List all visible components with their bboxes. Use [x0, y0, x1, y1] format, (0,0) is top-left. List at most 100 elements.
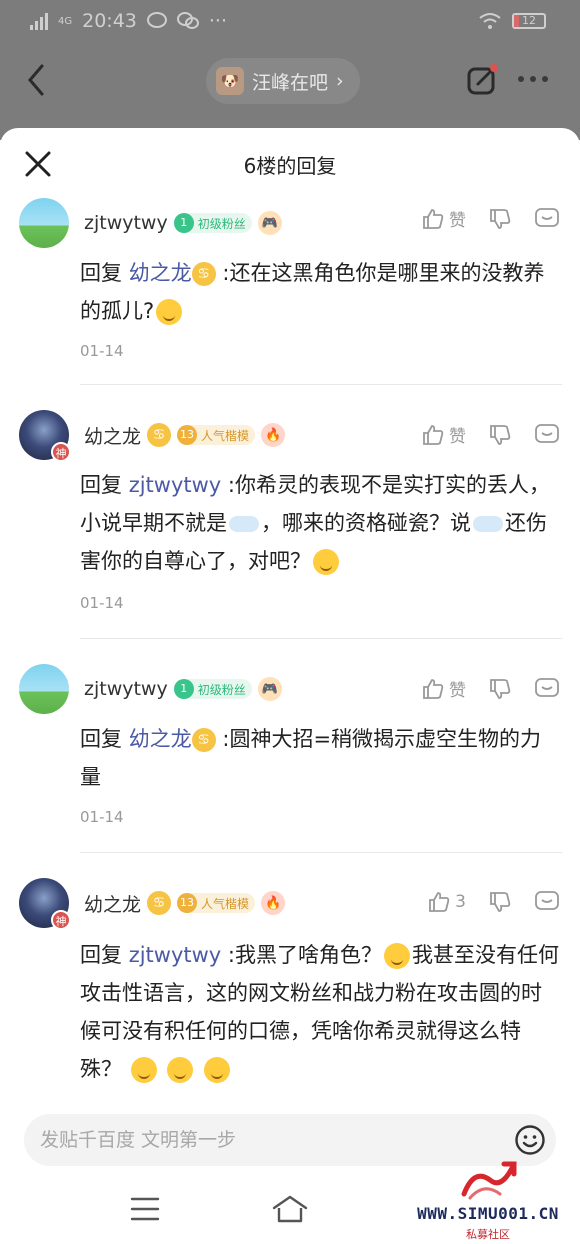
user-line: zjtwytwy 1 初级粉丝 🎮 — [84, 676, 282, 702]
grin-emoji-icon — [383, 943, 410, 969]
sheet-header: 6楼的回复 — [0, 128, 580, 198]
thumbs-down-icon[interactable] — [488, 207, 512, 231]
back-arrow-icon[interactable] — [22, 62, 52, 98]
tongue-emoji-icon — [313, 549, 339, 575]
reply-prefix: 回复 — [80, 943, 122, 967]
level-gem-icon: 1 — [173, 679, 194, 699]
god-badge: 神 — [51, 442, 71, 462]
comment-icon[interactable] — [534, 423, 560, 447]
menu-icon[interactable] — [130, 1196, 160, 1222]
reply-actions: 赞 — [421, 422, 560, 447]
level-badge: 1 初级粉丝 — [173, 213, 252, 233]
network-label: 4G — [58, 15, 73, 27]
username[interactable]: zjtwytwy — [84, 212, 168, 234]
home-icon[interactable] — [270, 1194, 310, 1224]
avatar[interactable] — [19, 664, 69, 714]
user-line: zjtwytwy 1 初级粉丝 🎮 — [84, 210, 282, 236]
watermark-logo-icon — [461, 1161, 517, 1200]
more-status-icon: ··· — [208, 10, 228, 32]
level-gem-icon: 13 — [177, 425, 198, 445]
like-button[interactable]: 赞 — [421, 206, 466, 231]
thumbs-down-icon[interactable] — [488, 890, 512, 914]
wifi-icon — [479, 13, 501, 29]
cancer-zodiac-icon: ♋ — [147, 891, 172, 915]
battery-icon: 12 — [512, 13, 546, 29]
divider — [80, 638, 562, 639]
reply-date: 01-14 — [80, 342, 124, 360]
replies-sheet: 6楼的回复 zjtwytwy 1 初级粉丝 🎮 赞 回复 幼之龙 ♋ :还在这黑角色… — [0, 128, 580, 1244]
level-label: 人气楷模 — [201, 896, 250, 911]
username[interactable]: 幼之龙 — [84, 890, 141, 917]
like-button[interactable]: 赞 — [421, 676, 466, 701]
level-badge: 1 初级粉丝 — [173, 679, 252, 699]
chat-icon — [176, 12, 199, 29]
reply-text: 回复 zjtwytwy :你希灵的表现不是实打实的丢人，小说早期不就是 ，哪来的资… — [80, 466, 560, 580]
like-label: 赞 — [449, 427, 466, 447]
more-icon[interactable] — [518, 76, 548, 86]
thinking-emoji-icon — [156, 299, 183, 325]
comment-icon[interactable] — [534, 890, 560, 914]
thumbs-up-icon — [423, 678, 444, 699]
reply-actions: 赞 — [421, 206, 560, 231]
watermark-text: WWW.SIMU001.CN — [417, 1204, 559, 1223]
user-line: 幼之龙 ♋ 13 人气楷模 🔥 — [84, 890, 286, 917]
thumbs-up-icon — [423, 208, 444, 229]
comment-icon[interactable] — [534, 677, 560, 701]
message-icon — [146, 12, 167, 28]
thumbs-up-icon — [429, 892, 450, 912]
like-label: 赞 — [449, 681, 466, 701]
forum-chip[interactable]: 🐶 汪峰在吧 › — [206, 58, 360, 104]
divider — [80, 384, 562, 385]
forum-name: 汪峰在吧 — [252, 71, 329, 94]
like-count: 3 — [455, 892, 466, 912]
thumbs-down-icon[interactable] — [488, 677, 512, 701]
mention-link[interactable]: zjtwytwy — [129, 943, 222, 967]
level-label: 初级粉丝 — [197, 216, 246, 231]
reply-date: 01-14 — [80, 808, 124, 826]
level-gem-icon: 1 — [173, 213, 194, 233]
cloud-emoji-icon — [229, 516, 259, 532]
signal-icon — [30, 12, 48, 30]
forum-avatar: 🐶 — [216, 67, 244, 95]
reply-text: 回复 幼之龙 ♋ :还在这黑角色你是哪里来的没教养的孤儿? — [80, 254, 560, 330]
like-button[interactable]: 赞 — [421, 422, 466, 447]
reply-actions: 赞 — [421, 676, 560, 701]
dimmed-background: 4G 20:43 ··· 12 🐶 汪峰在吧 › — [0, 0, 580, 140]
username[interactable]: 幼之龙 — [84, 422, 141, 449]
comment-input[interactable] — [40, 1122, 510, 1158]
reply-actions: 3 — [427, 890, 560, 914]
level-label: 人气楷模 — [201, 428, 250, 443]
level-badge: 13 人气楷模 — [177, 893, 256, 913]
game-icon: 🎮 — [257, 677, 282, 701]
reply-prefix: 回复 — [80, 727, 122, 751]
emoji-picker-icon[interactable] — [514, 1124, 546, 1156]
reply-content-a: :我黑了啥角色？ — [227, 943, 382, 967]
divider — [80, 852, 562, 853]
cloud-emoji-icon — [473, 516, 503, 532]
reply-text: 回复 zjtwytwy :我黑了啥角色？ 我甚至没有任何攻击性语言，这的网文粉丝和… — [80, 936, 560, 1088]
reply-prefix: 回复 — [80, 261, 122, 285]
reply-date: 01-14 — [80, 594, 124, 612]
username[interactable]: zjtwytwy — [84, 678, 168, 700]
mention-link[interactable]: 幼之龙 — [129, 261, 192, 285]
hug-emoji-icon — [130, 1057, 157, 1083]
cancer-zodiac-icon: ♋ — [147, 423, 172, 447]
fire-icon: 🔥 — [261, 423, 286, 447]
status-time: 20:43 — [82, 10, 137, 32]
like-button[interactable]: 3 — [427, 890, 466, 914]
mention-link[interactable]: zjtwytwy — [129, 473, 222, 497]
fire-icon: 🔥 — [261, 891, 286, 915]
god-badge: 神 — [51, 910, 71, 930]
avatar[interactable] — [19, 198, 69, 248]
comment-input-bar — [24, 1114, 556, 1166]
hug-emoji-icon — [204, 1057, 231, 1083]
reply-prefix: 回复 — [80, 473, 122, 497]
mention-link[interactable]: 幼之龙 — [129, 727, 192, 751]
edit-icon[interactable] — [466, 64, 498, 96]
chevron-right-icon: › — [336, 70, 344, 92]
game-icon: 🎮 — [257, 211, 282, 235]
comment-icon[interactable] — [534, 207, 560, 231]
like-label: 赞 — [449, 211, 466, 231]
hug-emoji-icon — [167, 1057, 194, 1083]
thumbs-down-icon[interactable] — [488, 423, 512, 447]
